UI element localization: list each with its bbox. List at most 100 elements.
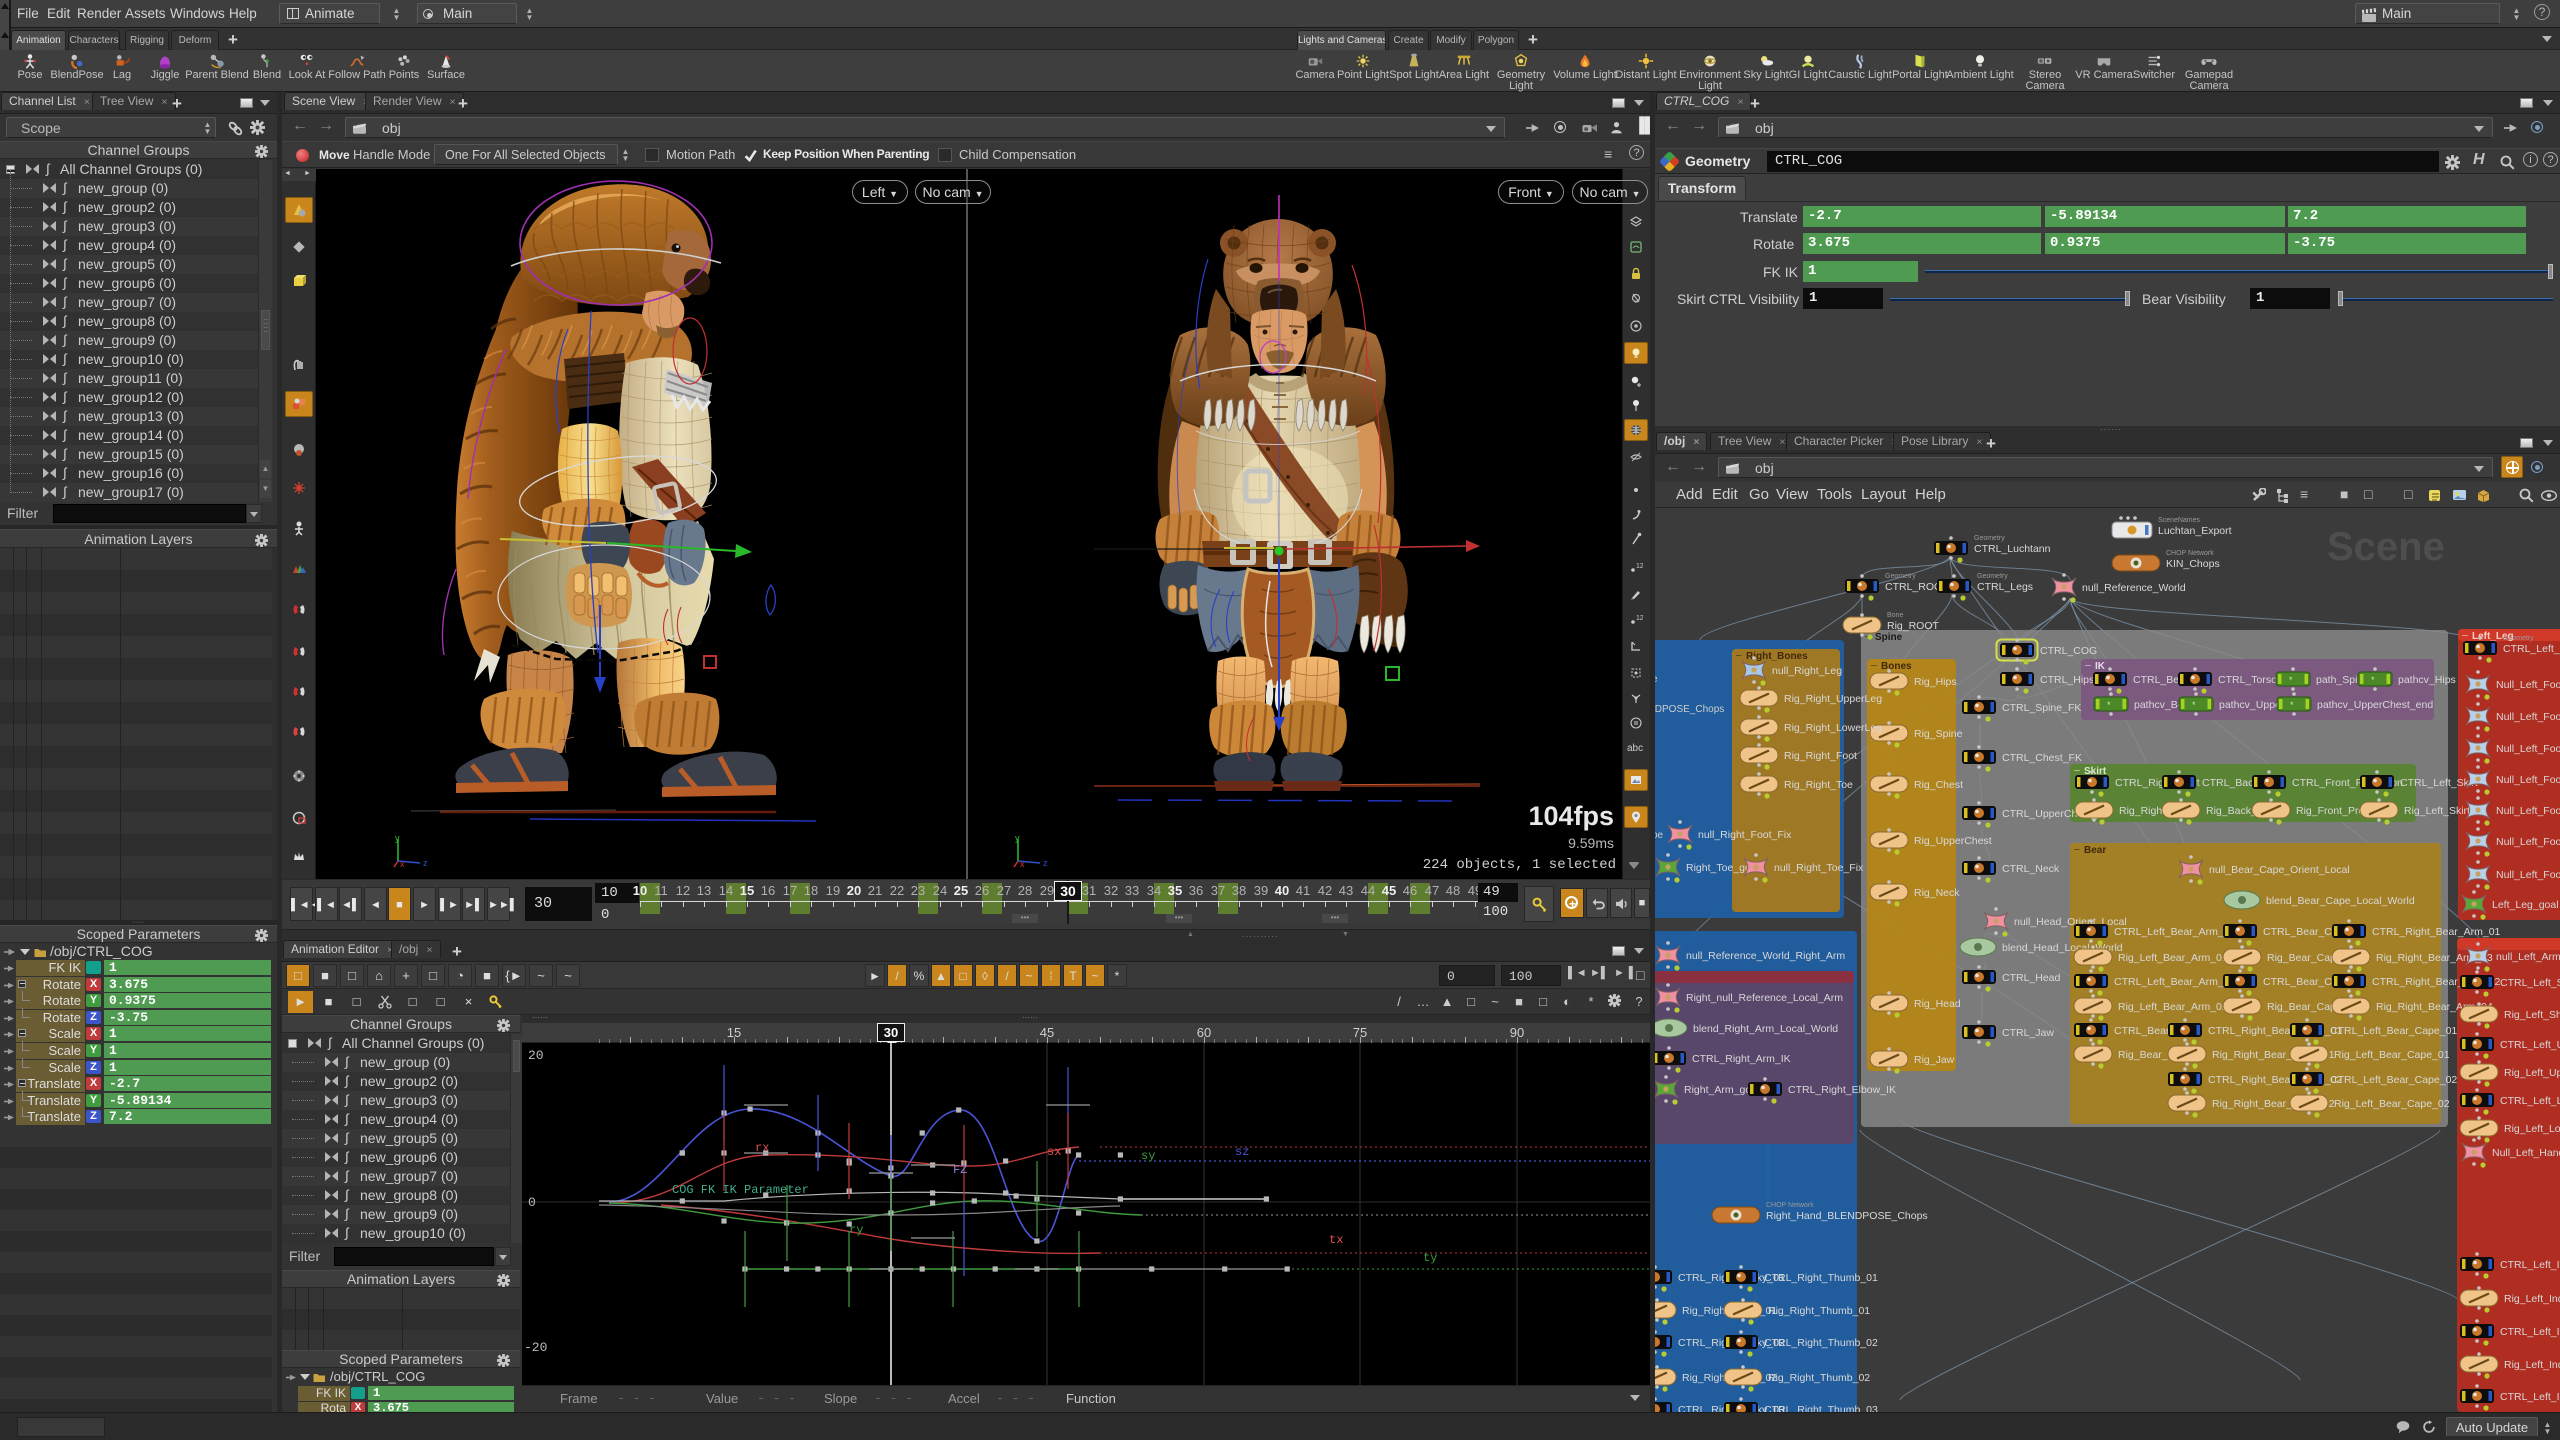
svg-text:CTRL_Left_Bear_Arm_01: CTRL_Left_Bear_Arm_01 — [2114, 926, 2236, 938]
svg-text:CTRL_Left_Index_0: CTRL_Left_Index_0 — [2500, 1391, 2560, 1403]
svg-text:CTRL_Legs: CTRL_Legs — [1977, 581, 2033, 593]
svg-text:Rig_Left_Bear_Cape_02: Rig_Left_Bear_Cape_02 — [2334, 1098, 2450, 1110]
svg-text:CTRL_Left_Leg: CTRL_Left_Leg — [2503, 643, 2560, 655]
svg-text:SceneNames: SceneNames — [2158, 517, 2201, 524]
svg-text:─: ─ — [1735, 651, 1742, 660]
svg-text:CTRL_COG: CTRL_COG — [2040, 645, 2097, 657]
svg-text:─: ─ — [2084, 661, 2091, 670]
svg-text:ty: ty — [1423, 1251, 1437, 1265]
svg-text:CHOP Network: CHOP Network — [2166, 550, 2214, 557]
svg-text:tx: tx — [1329, 1233, 1343, 1247]
svg-text:CTRL_Chest_FK: CTRL_Chest_FK — [2002, 752, 2082, 764]
svg-text:Null_Left_Foot_Mid: Null_Left_Foot_Mid — [2496, 836, 2560, 848]
svg-text:Geometry: Geometry — [1974, 535, 2005, 542]
svg-text:Null_Left_Foot_Ankle: Null_Left_Foot_Ankle — [2496, 869, 2560, 881]
svg-text:CTRL_Right_Elbow_IK: CTRL_Right_Elbow_IK — [1788, 1084, 1896, 1096]
svg-text:z: z — [1043, 858, 1048, 868]
svg-text:Rig_Chest: Rig_Chest — [1914, 779, 1963, 791]
svg-text:null_Reference_World: null_Reference_World — [2082, 582, 2186, 594]
svg-text:CTRL_Left_Bear_Cape_01: CTRL_Left_Bear_Cape_01 — [2330, 1025, 2457, 1037]
svg-text:CTRL_Head: CTRL_Head — [2002, 972, 2061, 984]
svg-text:ry: ry — [849, 1223, 863, 1237]
svg-text:CTRL_Right_Thumb_02: CTRL_Right_Thumb_02 — [1764, 1337, 1878, 1349]
svg-text:pathcv_UpperChest_end: pathcv_UpperChest_end — [2317, 699, 2433, 711]
svg-text:─: ─ — [2461, 631, 2468, 640]
svg-text:blend_Right_Arm_Local_World: blend_Right_Arm_Local_World — [1693, 1023, 1838, 1035]
svg-text:Scene: Scene — [2327, 525, 2445, 569]
svg-text:Rig_Left_Skirt: Rig_Left_Skirt — [2404, 805, 2470, 817]
svg-text:null_Right_Leg: null_Right_Leg — [1772, 665, 1842, 677]
svg-text:oe: oe — [1655, 830, 1664, 841]
svg-text:Rig_Spine: Rig_Spine — [1914, 728, 1963, 740]
svg-text:Bone: Bone — [1887, 612, 1903, 619]
svg-text:CTRL_Left_Index_0: CTRL_Left_Index_0 — [2500, 1259, 2560, 1271]
svg-text:12: 12 — [1636, 615, 1643, 622]
svg-text:y: y — [395, 833, 400, 843]
svg-text:*: * — [2107, 700, 2111, 710]
svg-text:blend_Bear_Cape_Local_World: blend_Bear_Cape_Local_World — [2266, 895, 2415, 907]
svg-text:Rig_Head: Rig_Head — [1914, 998, 1961, 1010]
svg-text:─: ─ — [2073, 766, 2080, 775]
svg-text:pathcv_Hips: pathcv_Hips — [2398, 674, 2456, 686]
svg-text:CTRL_Spine_FK: CTRL_Spine_FK — [2002, 702, 2081, 714]
svg-text:Rig_Right_Toe: Rig_Right_Toe — [1784, 779, 1853, 791]
svg-text:null_Right_Foot_Fix: null_Right_Foot_Fix — [1698, 829, 1792, 841]
svg-text:Geometry: Geometry — [1885, 573, 1916, 580]
svg-text:Rig_Left_Bear_Arm_01: Rig_Left_Bear_Arm_01 — [2118, 952, 2228, 964]
svg-text:Null_Left_Foot_In: Null_Left_Foot_In — [2496, 711, 2560, 723]
svg-text:CTRL_Left_Index_0: CTRL_Left_Index_0 — [2500, 1326, 2560, 1338]
svg-text:Rig_Left_Shoulder: Rig_Left_Shoulder — [2504, 1009, 2560, 1021]
svg-text:Null_Left_Foot_Back: Null_Left_Foot_Back — [2496, 774, 2560, 786]
svg-text:CHOP Network: CHOP Network — [1766, 1202, 1814, 1209]
svg-text:Right_null_Reference_Local_Arm: Right_null_Reference_Local_Arm — [1686, 992, 1843, 1004]
svg-text:Null_Left_Hand_Orie: Null_Left_Hand_Orie — [2492, 1147, 2560, 1159]
svg-text:Rig_Jaw: Rig_Jaw — [1914, 1054, 1955, 1066]
svg-text:null_Right_Toe_Fix: null_Right_Toe_Fix — [1774, 862, 1864, 874]
svg-text:IDPOSE_Chops: IDPOSE_Chops — [1655, 704, 1724, 715]
svg-text:CTRL_Jaw: CTRL_Jaw — [2002, 1027, 2054, 1039]
svg-text:CTRL_Left_Shoulder: CTRL_Left_Shoulder — [2500, 977, 2560, 989]
svg-text:Rig_Hips: Rig_Hips — [1914, 676, 1957, 688]
svg-text:null_Reference_World_Right_Arm: null_Reference_World_Right_Arm — [1686, 950, 1845, 962]
svg-text:CTRL_Left_LowerArm: CTRL_Left_LowerArm — [2500, 1095, 2560, 1107]
svg-text:Rig_Left_Bear_Cape_01: Rig_Left_Bear_Cape_01 — [2334, 1049, 2450, 1061]
svg-text:CTRL_Left_Bear_Arm_02: CTRL_Left_Bear_Arm_02 — [2114, 976, 2236, 988]
svg-text:Luchtan_Export: Luchtan_Export — [2158, 525, 2232, 537]
svg-text:Rig_Right_LowerLeg: Rig_Right_LowerLeg — [1784, 722, 1882, 734]
svg-text:CTRL_Right_Thumb_01: CTRL_Right_Thumb_01 — [1764, 1272, 1878, 1284]
svg-text:COG FK IK Parameter: COG FK IK Parameter — [672, 1183, 809, 1197]
svg-text:Rig_Right_Foot: Rig_Right_Foot — [1784, 750, 1857, 762]
svg-text:─: ─ — [1870, 661, 1877, 670]
svg-text:rx: rx — [755, 1141, 769, 1155]
svg-text:Right_Bones: Right_Bones — [1746, 651, 1808, 662]
svg-text:y: y — [1015, 833, 1020, 843]
svg-text:null_Left_Arm: null_Left_Arm — [2496, 951, 2560, 963]
svg-text:sy: sy — [1141, 1149, 1155, 1163]
svg-text:sz: sz — [1235, 1145, 1249, 1159]
svg-text:Right_Hand_BLENDPOSE_Chops: Right_Hand_BLENDPOSE_Chops — [1766, 1210, 1928, 1222]
svg-text:*: * — [2290, 700, 2294, 710]
svg-text:CTRL_Luchtann: CTRL_Luchtann — [1974, 543, 2051, 555]
svg-text:Rig_Left_LowerArm: Rig_Left_LowerArm — [2504, 1123, 2560, 1135]
svg-text:0: 0 — [528, 1195, 536, 1210]
svg-text:CTRL_Right_Bear_Arm_01: CTRL_Right_Bear_Arm_01 — [2372, 926, 2501, 938]
svg-text:KIN_Chops: KIN_Chops — [2166, 558, 2220, 570]
svg-text:Rig_Right_Thumb_02: Rig_Right_Thumb_02 — [1768, 1372, 1870, 1384]
svg-text:Rig_Left_Index_02: Rig_Left_Index_02 — [2504, 1359, 2560, 1371]
svg-text:Spine: Spine — [1875, 632, 1903, 643]
svg-text:Null_Left_Foot_Twist: Null_Left_Foot_Twist — [2496, 679, 2560, 691]
svg-text:CTRL_Right_Arm_IK: CTRL_Right_Arm_IK — [1692, 1053, 1791, 1065]
svg-text:CTRL_Neck: CTRL_Neck — [2002, 863, 2060, 875]
svg-text:null_Head_Orient_Local: null_Head_Orient_Local — [2014, 916, 2127, 928]
svg-text:CTRL_Hips: CTRL_Hips — [2040, 674, 2094, 686]
svg-text:Geometry: Geometry — [1977, 573, 2008, 580]
svg-text:Rig_Right_UpperLeg: Rig_Right_UpperLeg — [1784, 693, 1882, 705]
svg-text:CTRL_Left_Bear_Cape_02: CTRL_Left_Bear_Cape_02 — [2330, 1074, 2457, 1086]
svg-text:Rig_Left_Bear_Arm_02: Rig_Left_Bear_Arm_02 — [2118, 1001, 2228, 1013]
svg-text:20: 20 — [528, 1048, 544, 1063]
svg-text:Geometry: Geometry — [2503, 635, 2534, 642]
svg-text:─: ─ — [2073, 845, 2080, 854]
svg-text:CTRL_Right_Thumb_03: CTRL_Right_Thumb_03 — [1764, 1404, 1878, 1412]
svg-text:Null_Left_Foot_Out: Null_Left_Foot_Out — [2496, 743, 2560, 755]
svg-text:*: * — [2192, 700, 2196, 710]
